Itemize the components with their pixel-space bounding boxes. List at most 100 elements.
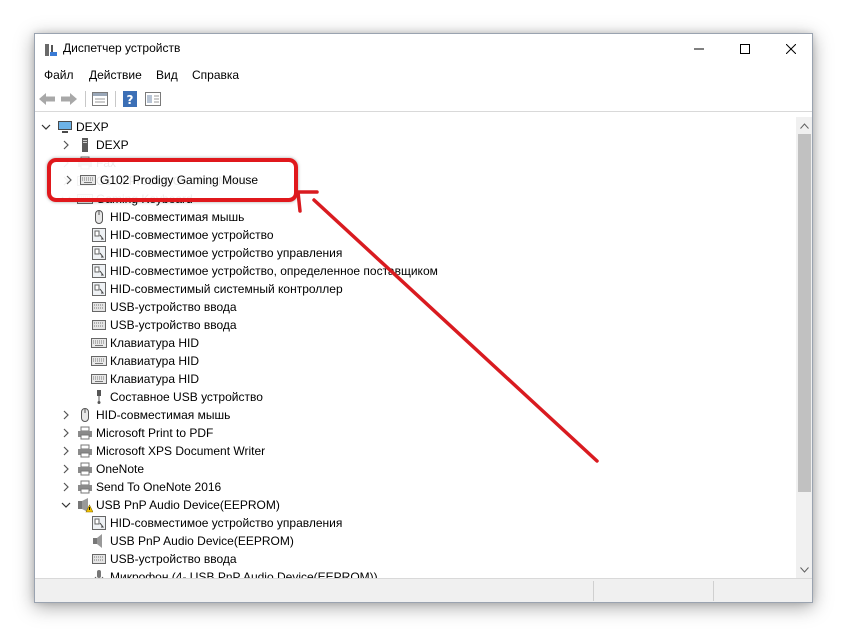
tree-item[interactable]: HID-совместимое устройство управления	[77, 514, 342, 532]
usb-icon	[91, 389, 107, 405]
tree-item-label: HID-совместимое устройство управления	[110, 516, 343, 530]
tree-item-label: Клавиатура HID	[110, 354, 199, 368]
input-device-icon	[91, 299, 107, 315]
toolbar-separator	[85, 91, 86, 107]
tree-item-label: Send To OneNote 2016	[96, 480, 222, 494]
menu-view[interactable]: Вид	[156, 68, 178, 82]
close-button[interactable]	[768, 34, 812, 64]
menu-action[interactable]: Действие	[89, 68, 142, 82]
printer-icon	[77, 443, 93, 459]
close-icon	[786, 44, 796, 54]
keyboard-icon	[91, 335, 107, 351]
expand-chevron-icon[interactable]	[59, 136, 73, 154]
tree-item[interactable]: Микрофон (4- USB PnP Audio Device(EEPROM…	[77, 568, 378, 578]
forward-icon	[61, 93, 77, 105]
printer-icon	[77, 425, 93, 441]
tree-item-label: HID-совместимое устройство управления	[110, 246, 343, 260]
maximize-button[interactable]	[722, 34, 768, 64]
expand-chevron-icon[interactable]	[59, 460, 73, 478]
tree-root-label: DEXP	[76, 120, 109, 134]
tree-item-label: HID-совместимое устройство	[110, 228, 274, 242]
scroll-up-button[interactable]	[796, 117, 812, 134]
mouse-icon	[91, 209, 107, 225]
computer-icon	[77, 137, 93, 153]
input-device-icon	[91, 551, 107, 567]
tree-item-label: USB-устройство ввода	[110, 300, 237, 314]
tree-item[interactable]: HID-совместимая мышь	[59, 406, 230, 424]
view-icon	[145, 92, 161, 106]
tree-item[interactable]: OneNote	[59, 460, 144, 478]
menu-help[interactable]: Справка	[192, 68, 239, 82]
back-icon	[39, 93, 55, 105]
computer-icon	[57, 119, 73, 135]
collapse-chevron-icon[interactable]	[59, 496, 73, 514]
tree-item-label: USB PnP Audio Device(EEPROM)	[110, 534, 294, 548]
expand-chevron-icon[interactable]	[39, 118, 53, 136]
device-manager-icon	[43, 42, 59, 58]
properties-icon	[92, 92, 108, 106]
tree-item[interactable]: DEXP	[59, 136, 129, 154]
expand-chevron-icon[interactable]	[59, 406, 73, 424]
tree-item-label: Микрофон (4- USB PnP Audio Device(EEPROM…	[110, 570, 378, 578]
tree-item-label: Microsoft Print to PDF	[96, 426, 214, 440]
tree-item[interactable]: USB-устройство ввода	[77, 316, 237, 334]
tree-item[interactable]: USB PnP Audio Device(EEPROM)	[59, 496, 280, 514]
printer-icon	[77, 461, 93, 477]
menu-file[interactable]: Файл	[44, 68, 74, 82]
tree-item-label: HID-совместимая мышь	[110, 210, 245, 224]
warning-device-icon	[77, 497, 93, 513]
expand-chevron-icon[interactable]	[59, 424, 73, 442]
title-bar[interactable]: Диспетчер устройств	[35, 34, 812, 64]
tree-item-label: DEXP	[96, 138, 129, 152]
printer-icon	[77, 479, 93, 495]
tree-item-label: USB-устройство ввода	[110, 318, 237, 332]
tree-item[interactable]: Клавиатура HID	[77, 334, 199, 352]
menu-bar: Файл Действие Вид Справка	[35, 64, 812, 86]
help-button[interactable]: ?	[120, 90, 140, 108]
tree-item-label: USB-устройство ввода	[110, 552, 237, 566]
tree-item[interactable]: HID-совместимая мышь	[77, 208, 244, 226]
back-button[interactable]	[37, 90, 57, 108]
callout-highlight: G102 Prodigy Gaming Mouse	[47, 158, 298, 202]
tree-item-label: Составное USB устройство	[110, 390, 263, 404]
tree-item[interactable]: USB-устройство ввода	[77, 550, 237, 568]
expand-chevron-icon[interactable]	[62, 175, 76, 185]
help-icon: ?	[123, 91, 137, 107]
keyboard-icon	[80, 172, 96, 188]
tree-item[interactable]: HID-совместимое устройство, определенное…	[77, 262, 438, 280]
properties-button[interactable]	[90, 90, 110, 108]
tree-root[interactable]: DEXP	[39, 118, 109, 136]
tree-item[interactable]: Send To OneNote 2016	[59, 478, 221, 496]
tree-item-label: Клавиатура HID	[110, 336, 199, 350]
tree-item[interactable]: Microsoft XPS Document Writer	[59, 442, 265, 460]
tree-item[interactable]: HID-совместимый системный контроллер	[77, 280, 343, 298]
tree-item[interactable]: USB-устройство ввода	[77, 298, 237, 316]
keyboard-icon	[91, 353, 107, 369]
tree-item-label: OneNote	[96, 462, 145, 476]
tree-item[interactable]: HID-совместимое устройство управления	[77, 244, 342, 262]
tree-item-label: Клавиатура HID	[110, 372, 199, 386]
tree-item[interactable]: Microsoft Print to PDF	[59, 424, 213, 442]
expand-chevron-icon[interactable]	[59, 442, 73, 460]
device-manager-window: Диспетчер устройств Файл Действие Вид Сп…	[34, 33, 813, 603]
minimize-button[interactable]	[676, 34, 722, 64]
tree-item-label: Microsoft XPS Document Writer	[96, 444, 266, 458]
tree-item[interactable]: Составное USB устройство	[77, 388, 263, 406]
expand-chevron-icon[interactable]	[59, 478, 73, 496]
hid-device-icon	[91, 245, 107, 261]
tree-item[interactable]: Клавиатура HID	[77, 370, 199, 388]
tree-item[interactable]: HID-совместимое устройство	[77, 226, 274, 244]
view-button[interactable]	[143, 90, 163, 108]
forward-button[interactable]	[59, 90, 79, 108]
input-device-icon	[91, 317, 107, 333]
hid-device-icon	[91, 281, 107, 297]
scroll-down-button[interactable]	[796, 561, 812, 578]
scroll-thumb[interactable]	[798, 134, 811, 492]
microphone-icon	[91, 569, 107, 578]
window-title: Диспетчер устройств	[63, 41, 181, 55]
tree-item[interactable]: USB PnP Audio Device(EEPROM)	[77, 532, 294, 550]
chevron-down-icon	[800, 566, 809, 573]
status-bar	[35, 578, 812, 602]
vertical-scrollbar[interactable]	[796, 117, 812, 578]
tree-item[interactable]: Клавиатура HID	[77, 352, 199, 370]
